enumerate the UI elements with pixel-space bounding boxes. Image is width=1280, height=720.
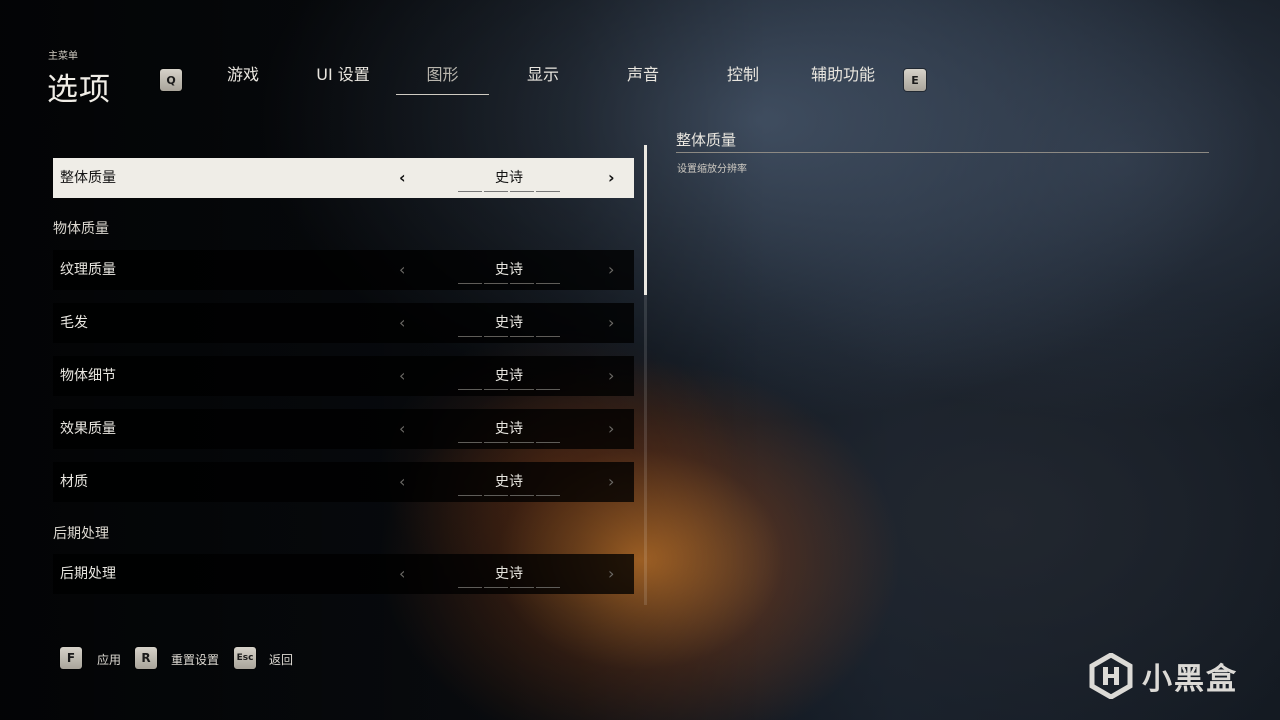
scrollbar[interactable] (644, 145, 647, 605)
tab-graphics[interactable]: 图形 (396, 56, 489, 95)
setting-row-effects-quality[interactable]: 效果质量 ‹ 史诗 › (53, 409, 634, 449)
breadcrumb[interactable]: 主菜单 (48, 47, 78, 62)
detail-description: 设置缩放分辨率 (677, 164, 747, 175)
chevron-left-icon[interactable]: ‹ (399, 158, 406, 198)
detail-divider (676, 152, 1209, 153)
value-indicator (458, 389, 560, 391)
next-tab-key[interactable]: E (904, 69, 926, 91)
chevron-left-icon[interactable]: ‹ (399, 303, 405, 343)
setting-label: 物体细节 (60, 368, 116, 384)
reset-key[interactable]: R (135, 647, 157, 669)
value-indicator (458, 587, 560, 589)
chevron-left-icon[interactable]: ‹ (399, 409, 405, 449)
setting-row-overall-quality[interactable]: 整体质量 ‹ 史诗 › (53, 158, 634, 198)
setting-label: 后期处理 (60, 566, 116, 582)
back-key[interactable]: Esc (234, 647, 256, 669)
tab-accessibility[interactable]: 辅助功能 (805, 56, 881, 94)
value-indicator (458, 442, 560, 444)
setting-label: 材质 (60, 474, 88, 490)
value-indicator (458, 336, 560, 338)
apply-key[interactable]: F (60, 647, 82, 669)
setting-label: 效果质量 (60, 421, 116, 437)
chevron-right-icon[interactable]: › (608, 409, 614, 449)
chevron-right-icon[interactable]: › (608, 158, 615, 198)
chevron-left-icon[interactable]: ‹ (399, 554, 405, 594)
setting-label: 毛发 (60, 315, 88, 331)
value-indicator (458, 495, 560, 497)
watermark-text: 小黑盒 (1142, 662, 1238, 697)
setting-row-post-processing[interactable]: 后期处理 ‹ 史诗 › (53, 554, 634, 594)
value-indicator (458, 191, 560, 193)
back-label[interactable]: 返回 (269, 651, 293, 668)
setting-row-hair[interactable]: 毛发 ‹ 史诗 › (53, 303, 634, 343)
detail-title: 整体质量 (676, 131, 737, 149)
setting-row-materials[interactable]: 材质 ‹ 史诗 › (53, 462, 634, 502)
value-indicator (458, 283, 560, 285)
setting-row-texture-quality[interactable]: 纹理质量 ‹ 史诗 › (53, 250, 634, 290)
heybox-logo-icon (1089, 653, 1133, 699)
chevron-right-icon[interactable]: › (608, 303, 614, 343)
prev-tab-key[interactable]: Q (160, 69, 182, 91)
page-title: 选项 (47, 72, 111, 108)
tab-game[interactable]: 游戏 (205, 56, 281, 94)
chevron-left-icon[interactable]: ‹ (399, 356, 405, 396)
tab-ui-settings[interactable]: UI 设置 (302, 56, 384, 94)
chevron-right-icon[interactable]: › (608, 250, 614, 290)
reset-label[interactable]: 重置设置 (171, 651, 219, 668)
chevron-right-icon[interactable]: › (608, 554, 614, 594)
chevron-right-icon[interactable]: › (608, 462, 614, 502)
chevron-right-icon[interactable]: › (608, 356, 614, 396)
tab-sound[interactable]: 声音 (605, 56, 681, 94)
section-title-object-quality: 物体质量 (53, 221, 109, 237)
section-title-post-processing: 后期处理 (53, 526, 109, 542)
setting-label: 纹理质量 (60, 262, 116, 278)
chevron-left-icon[interactable]: ‹ (399, 250, 405, 290)
chevron-left-icon[interactable]: ‹ (399, 462, 405, 502)
tab-controls[interactable]: 控制 (705, 56, 781, 94)
setting-row-object-detail[interactable]: 物体细节 ‹ 史诗 › (53, 356, 634, 396)
setting-label: 整体质量 (60, 170, 116, 186)
watermark: 小黑盒 (1088, 650, 1238, 702)
scrollbar-thumb[interactable] (644, 145, 647, 295)
apply-label[interactable]: 应用 (97, 651, 121, 668)
tab-display[interactable]: 显示 (505, 56, 581, 94)
